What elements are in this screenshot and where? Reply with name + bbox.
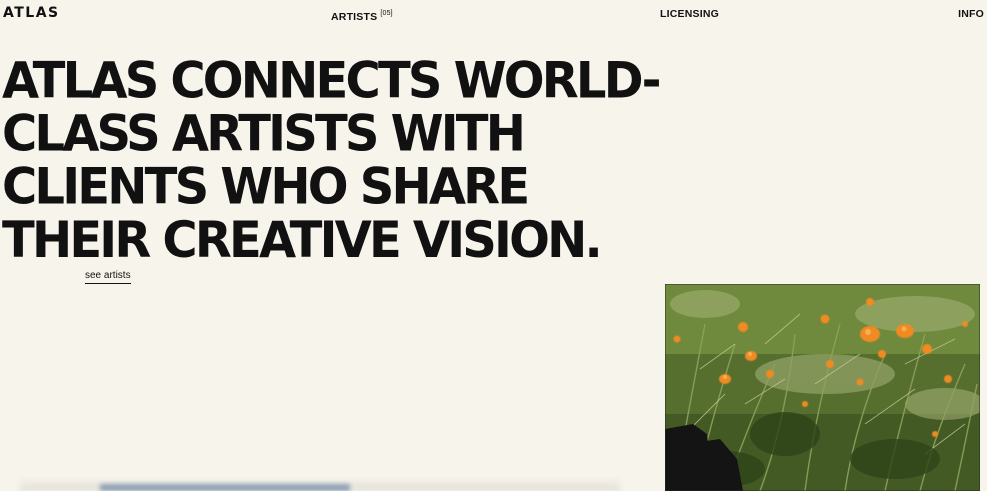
flowers-foliage-illustration (665, 284, 980, 491)
headline-line-2: CLASS ARTISTS WITH (2, 104, 526, 164)
partial-next-image (100, 484, 350, 491)
nav-link-info[interactable]: INFO (958, 8, 984, 20)
headline-line-3: CLIENTS WHO SHARE (2, 157, 530, 217)
hero-headline: ATLAS CONNECTS WORLD- CLASS ARTISTS WITH… (2, 51, 662, 270)
nav-link-licensing[interactable]: LICENSING (660, 8, 719, 20)
artists-count-badge: [05] (380, 10, 393, 17)
featured-artwork-image[interactable] (665, 284, 980, 491)
atlas-logo[interactable]: ATLAS (3, 5, 60, 21)
headline-line-4: THEIR CREATIVE VISION. (2, 211, 603, 270)
nav-link-artists[interactable]: ARTISTS [05] (331, 8, 393, 23)
see-artists-link[interactable]: see artists (85, 270, 131, 284)
top-navigation: ATLAS ARTISTS [05] LICENSING INFO (0, 0, 987, 26)
nav-artists-label: ARTISTS (331, 11, 378, 23)
headline-line-1: ATLAS CONNECTS WORLD- (2, 51, 662, 111)
